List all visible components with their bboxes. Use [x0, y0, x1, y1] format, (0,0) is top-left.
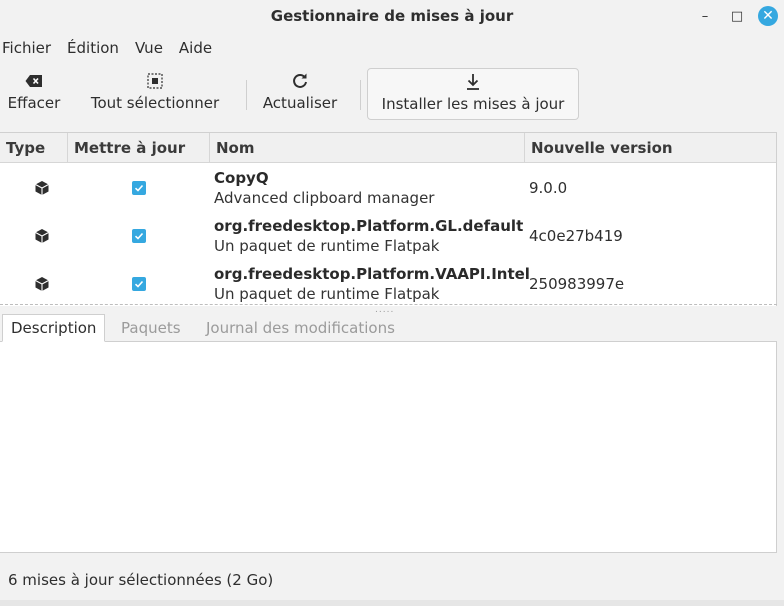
tab-paquets[interactable]: Paquets [113, 314, 189, 342]
close-button[interactable]: ✕ [758, 6, 778, 26]
window-title: Gestionnaire de mises à jour [270, 7, 514, 25]
description-panel [0, 341, 777, 553]
table-row[interactable]: CopyQ Advanced clipboard manager 9.0.0 [0, 164, 776, 212]
package-description: Un paquet de runtime Flatpak [214, 285, 440, 303]
select-all-icon [147, 68, 163, 94]
refresh-label: Actualiser [262, 94, 338, 112]
package-description: Advanced clipboard manager [214, 189, 435, 207]
select-all-label: Tout sélectionner [90, 94, 220, 112]
tab-journal[interactable]: Journal des modifications [198, 314, 403, 342]
update-checkbox[interactable] [132, 212, 146, 260]
table-row[interactable]: org.freedesktop.Platform.GL.default Un p… [0, 212, 776, 260]
column-header-name[interactable]: Nom [210, 133, 525, 163]
status-text: 6 mises à jour sélectionnées (2 Go) [8, 571, 274, 589]
select-all-button[interactable]: Tout sélectionner [82, 68, 228, 120]
download-icon [465, 69, 481, 95]
package-icon [34, 260, 50, 308]
package-name-cell: CopyQ Advanced clipboard manager [214, 164, 524, 212]
minimize-button[interactable]: – [694, 5, 716, 27]
package-icon [34, 212, 50, 260]
package-name-cell: org.freedesktop.Platform.VAAPI.Intel Un … [214, 260, 530, 308]
package-icon [34, 164, 50, 212]
package-description: Un paquet de runtime Flatpak [214, 237, 440, 255]
title-bar: Gestionnaire de mises à jour – □ ✕ [0, 0, 784, 32]
package-name: org.freedesktop.Platform.VAAPI.Intel [214, 265, 530, 283]
maximize-button[interactable]: □ [726, 5, 748, 27]
menu-bar: Fichier Édition Vue Aide [0, 36, 226, 60]
toolbar-separator [246, 80, 247, 110]
package-name: org.freedesktop.Platform.GL.default [214, 217, 524, 235]
table-row[interactable]: org.freedesktop.Platform.VAAPI.Intel Un … [0, 260, 776, 308]
updates-list-header: Type Mettre à jour Nom Nouvelle version [0, 133, 776, 163]
menu-fichier[interactable]: Fichier [0, 39, 51, 57]
menu-edition[interactable]: Édition [65, 39, 119, 57]
column-header-update[interactable]: Mettre à jour [68, 133, 210, 163]
refresh-button[interactable]: Actualiser [256, 68, 344, 120]
updates-list: Type Mettre à jour Nom Nouvelle version … [0, 132, 777, 306]
window-bottom-border [0, 600, 784, 606]
menu-aide[interactable]: Aide [177, 39, 212, 57]
menu-vue[interactable]: Vue [133, 39, 163, 57]
update-checkbox[interactable] [132, 260, 146, 308]
clear-label: Effacer [7, 94, 61, 112]
package-name-cell: org.freedesktop.Platform.GL.default Un p… [214, 212, 524, 260]
toolbar-separator [360, 80, 361, 110]
clear-button[interactable]: Effacer [2, 68, 66, 120]
new-version: 4c0e27b419 [529, 227, 623, 245]
new-version: 250983997e [529, 275, 625, 293]
toolbar: Effacer Tout sélectionner Actualiser Ins… [0, 66, 784, 124]
details-tabs: Description Paquets Journal des modifica… [0, 314, 777, 342]
status-bar: 6 mises à jour sélectionnées (2 Go) [0, 562, 784, 598]
column-header-new-version[interactable]: Nouvelle version [525, 133, 776, 163]
backspace-icon [25, 68, 43, 94]
install-updates-label: Installer les mises à jour [381, 95, 565, 113]
install-updates-button[interactable]: Installer les mises à jour [367, 68, 579, 120]
window-controls: – □ ✕ [694, 5, 778, 27]
update-checkbox[interactable] [132, 164, 146, 212]
refresh-icon [291, 68, 309, 94]
tab-description[interactable]: Description [2, 314, 106, 342]
new-version: 9.0.0 [529, 179, 568, 197]
package-name: CopyQ [214, 169, 269, 187]
column-header-type[interactable]: Type [0, 133, 68, 163]
